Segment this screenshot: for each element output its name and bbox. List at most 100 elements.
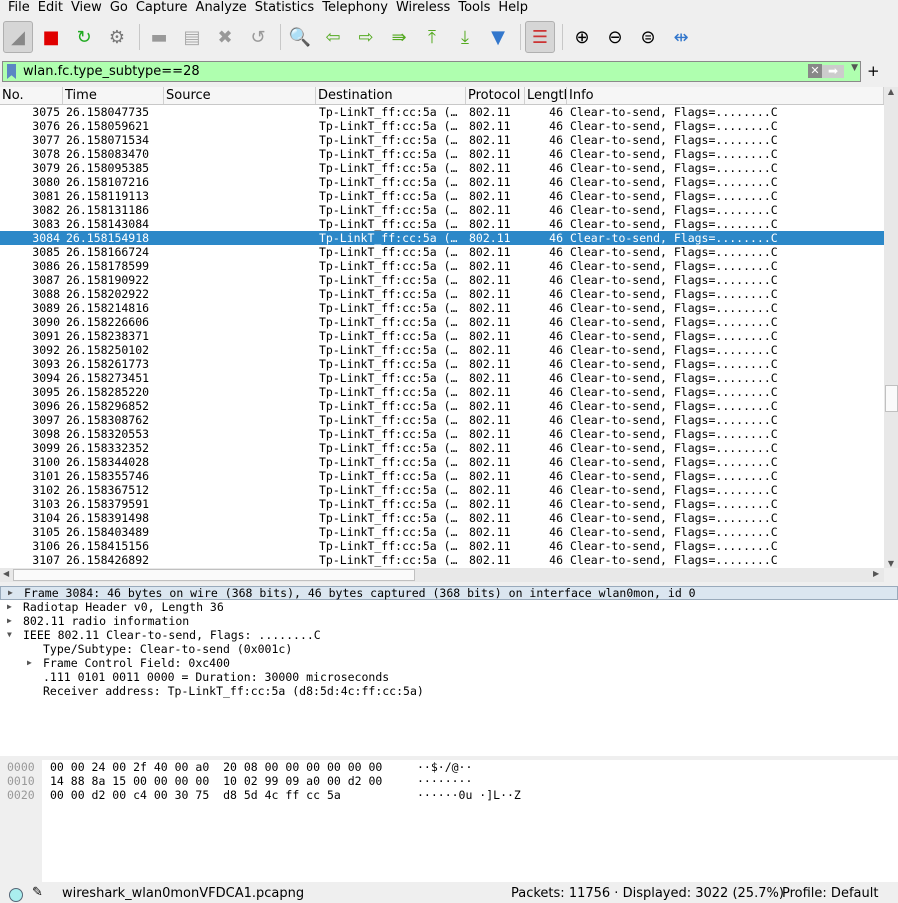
- menu-file[interactable]: File: [0, 0, 34, 18]
- menu-help[interactable]: Help: [494, 0, 532, 18]
- column-header-source[interactable]: Source: [164, 87, 316, 104]
- shark-fin-start-button[interactable]: ◢: [3, 21, 33, 53]
- menu-telephony[interactable]: Telephony: [318, 0, 392, 18]
- detail-tree-item[interactable]: Type/Subtype: Clear-to-send (0x001c): [0, 642, 898, 656]
- scroll-down-icon[interactable]: ▼: [884, 559, 898, 568]
- detail-tree-item[interactable]: ▼ IEEE 802.11 Clear-to-send, Flags: .....…: [0, 628, 898, 642]
- packet-row[interactable]: 3081 26.158119113 Tp-LinkT_ff:cc:5a (… 802.…: [0, 189, 884, 203]
- detail-tree-item[interactable]: .111 0101 0011 0000 = Duration: 30000 mi…: [0, 670, 898, 684]
- packet-row[interactable]: 3079 26.158095385 Tp-LinkT_ff:cc:5a (… 802.…: [0, 161, 884, 175]
- column-header-length[interactable]: Length: [525, 87, 567, 104]
- column-header-no[interactable]: No.: [0, 87, 63, 104]
- scroll-left-icon[interactable]: ◀: [3, 569, 9, 578]
- scroll-right-icon[interactable]: ▶: [873, 569, 879, 578]
- packet-row[interactable]: 3104 26.158391498 Tp-LinkT_ff:cc:5a (… 802.…: [0, 511, 884, 525]
- clear-filter-icon[interactable]: ✕: [808, 64, 822, 78]
- ascii-bytes-line[interactable]: ··$·/@··: [417, 760, 521, 774]
- reload-file-button[interactable]: ↺: [243, 21, 273, 53]
- resize-columns-button[interactable]: ⇹: [666, 21, 696, 53]
- capture-options-gear-button[interactable]: ⚙: [102, 21, 132, 53]
- packet-row[interactable]: 3088 26.158202922 Tp-LinkT_ff:cc:5a (… 802.…: [0, 287, 884, 301]
- go-back-arrow-button[interactable]: ⇦: [318, 21, 348, 53]
- expand-arrow-icon[interactable]: ▶: [27, 656, 32, 670]
- zoom-out-button[interactable]: ⊖: [600, 21, 630, 53]
- hex-bytes-line[interactable]: 00 00 d2 00 c4 00 30 75 d8 5d 4c ff cc 5…: [50, 788, 382, 802]
- packet-row[interactable]: 3080 26.158107216 Tp-LinkT_ff:cc:5a (… 802.…: [0, 175, 884, 189]
- packet-row[interactable]: 3086 26.158178599 Tp-LinkT_ff:cc:5a (… 802.…: [0, 259, 884, 273]
- packet-row[interactable]: 3095 26.158285220 Tp-LinkT_ff:cc:5a (… 802.…: [0, 385, 884, 399]
- packet-row[interactable]: 3075 26.158047735 Tp-LinkT_ff:cc:5a (… 802.…: [0, 105, 884, 119]
- detail-tree-item[interactable]: ▶ Frame Control Field: 0xc400: [0, 656, 898, 670]
- packet-row[interactable]: 3083 26.158143084 Tp-LinkT_ff:cc:5a (… 802.…: [0, 217, 884, 231]
- menu-view[interactable]: View: [67, 0, 106, 18]
- apply-filter-arrow-icon[interactable]: ➡: [822, 65, 844, 78]
- packet-row[interactable]: 3094 26.158273451 Tp-LinkT_ff:cc:5a (… 802.…: [0, 371, 884, 385]
- menu-statistics[interactable]: Statistics: [251, 0, 318, 18]
- expert-info-status-icon[interactable]: [9, 888, 23, 902]
- display-filter-value[interactable]: wlan.fc.type_subtype==28: [3, 64, 200, 79]
- packet-row[interactable]: 3098 26.158320553 Tp-LinkT_ff:cc:5a (… 802.…: [0, 427, 884, 441]
- column-header-destination[interactable]: Destination: [316, 87, 466, 104]
- packet-row[interactable]: 3101 26.158355746 Tp-LinkT_ff:cc:5a (… 802.…: [0, 469, 884, 483]
- first-packet-button[interactable]: ⤒: [417, 21, 447, 53]
- capture-comment-edit-icon[interactable]: ✎: [32, 885, 43, 900]
- detail-tree-item[interactable]: ▶ 802.11 radio information: [0, 614, 898, 628]
- add-filter-button[interactable]: +: [867, 62, 880, 80]
- ascii-bytes-line[interactable]: ········: [417, 774, 521, 788]
- ascii-bytes-line[interactable]: ······0u ·]L··Z: [417, 788, 521, 802]
- menu-tools[interactable]: Tools: [454, 0, 494, 18]
- menu-capture[interactable]: Capture: [132, 0, 192, 18]
- column-header-protocol[interactable]: Protocol: [466, 87, 525, 104]
- packet-list-vertical-scrollbar[interactable]: ▲ ▼: [884, 87, 898, 568]
- packet-row[interactable]: 3106 26.158415156 Tp-LinkT_ff:cc:5a (… 802.…: [0, 539, 884, 553]
- profile-status[interactable]: Profile: Default: [782, 886, 878, 901]
- packet-row[interactable]: 3100 26.158344028 Tp-LinkT_ff:cc:5a (… 802.…: [0, 455, 884, 469]
- column-header-info[interactable]: Info: [567, 87, 884, 104]
- packet-row[interactable]: 3078 26.158083470 Tp-LinkT_ff:cc:5a (… 802.…: [0, 147, 884, 161]
- packet-row[interactable]: 3082 26.158131186 Tp-LinkT_ff:cc:5a (… 802.…: [0, 203, 884, 217]
- display-filter-input[interactable]: wlan.fc.type_subtype==28 ✕ ➡ ▼: [2, 61, 861, 82]
- expand-arrow-icon[interactable]: ▶: [8, 587, 13, 599]
- packet-row[interactable]: 3099 26.158332352 Tp-LinkT_ff:cc:5a (… 802.…: [0, 441, 884, 455]
- restart-capture-button[interactable]: ↻: [69, 21, 99, 53]
- zoom-normal-button[interactable]: ⊜: [633, 21, 663, 53]
- expand-arrow-icon[interactable]: ▶: [7, 600, 12, 614]
- packet-row[interactable]: 3077 26.158071534 Tp-LinkT_ff:cc:5a (… 802.…: [0, 133, 884, 147]
- packet-row[interactable]: 3087 26.158190922 Tp-LinkT_ff:cc:5a (… 802.…: [0, 273, 884, 287]
- packet-row[interactable]: 3102 26.158367512 Tp-LinkT_ff:cc:5a (… 802.…: [0, 483, 884, 497]
- expand-arrow-icon[interactable]: ▶: [7, 614, 12, 628]
- menu-go[interactable]: Go: [106, 0, 132, 18]
- zoom-in-button[interactable]: ⊕: [567, 21, 597, 53]
- packet-row[interactable]: 3096 26.158296852 Tp-LinkT_ff:cc:5a (… 802.…: [0, 399, 884, 413]
- detail-tree-item[interactable]: ▶ Frame 3084: 46 bytes on wire (368 bits)…: [0, 586, 898, 600]
- menu-wireless[interactable]: Wireless: [392, 0, 454, 18]
- autoscroll-button[interactable]: ▼: [483, 21, 513, 53]
- column-header-time[interactable]: Time: [63, 87, 164, 104]
- packet-row[interactable]: 3097 26.158308762 Tp-LinkT_ff:cc:5a (… 802.…: [0, 413, 884, 427]
- hex-bytes-line[interactable]: 14 88 8a 15 00 00 00 00 10 02 99 09 a0 0…: [50, 774, 382, 788]
- packet-row[interactable]: 3084 26.158154918 Tp-LinkT_ff:cc:5a (… 802.…: [0, 231, 884, 245]
- detail-tree-item[interactable]: Receiver address: Tp-LinkT_ff:cc:5a (d8:…: [0, 684, 898, 698]
- packet-row[interactable]: 3076 26.158059621 Tp-LinkT_ff:cc:5a (… 802.…: [0, 119, 884, 133]
- go-to-packet-button[interactable]: ⇛: [384, 21, 414, 53]
- packet-row[interactable]: 3103 26.158379591 Tp-LinkT_ff:cc:5a (… 802.…: [0, 497, 884, 511]
- packet-row[interactable]: 3091 26.158238371 Tp-LinkT_ff:cc:5a (… 802.…: [0, 329, 884, 343]
- filter-history-chevron-down-icon[interactable]: ▼: [851, 63, 858, 73]
- packet-row[interactable]: 3105 26.158403489 Tp-LinkT_ff:cc:5a (… 802.…: [0, 525, 884, 539]
- open-file-folder-button[interactable]: ▬: [144, 21, 174, 53]
- packet-row[interactable]: 3089 26.158214816 Tp-LinkT_ff:cc:5a (… 802.…: [0, 301, 884, 315]
- hex-bytes-line[interactable]: 00 00 24 00 2f 40 00 a0 20 08 00 00 00 0…: [50, 760, 382, 774]
- packet-row[interactable]: 3107 26.158426892 Tp-LinkT_ff:cc:5a (… 802.…: [0, 553, 884, 567]
- close-file-button[interactable]: ✖: [210, 21, 240, 53]
- menu-edit[interactable]: Edit: [34, 0, 67, 18]
- packet-row[interactable]: 3092 26.158250102 Tp-LinkT_ff:cc:5a (… 802.…: [0, 343, 884, 357]
- packet-row[interactable]: 3090 26.158226606 Tp-LinkT_ff:cc:5a (… 802.…: [0, 315, 884, 329]
- colorize-packet-list-button[interactable]: ☰: [525, 21, 555, 53]
- vertical-scroll-thumb[interactable]: [885, 385, 898, 412]
- menu-analyze[interactable]: Analyze: [192, 0, 251, 18]
- save-file-button[interactable]: ▤: [177, 21, 207, 53]
- packet-row[interactable]: 3093 26.158261773 Tp-LinkT_ff:cc:5a (… 802.…: [0, 357, 884, 371]
- horizontal-scroll-thumb[interactable]: [13, 569, 415, 581]
- collapse-arrow-icon[interactable]: ▼: [7, 628, 12, 642]
- find-packet-magnifier-button[interactable]: 🔍: [285, 21, 315, 53]
